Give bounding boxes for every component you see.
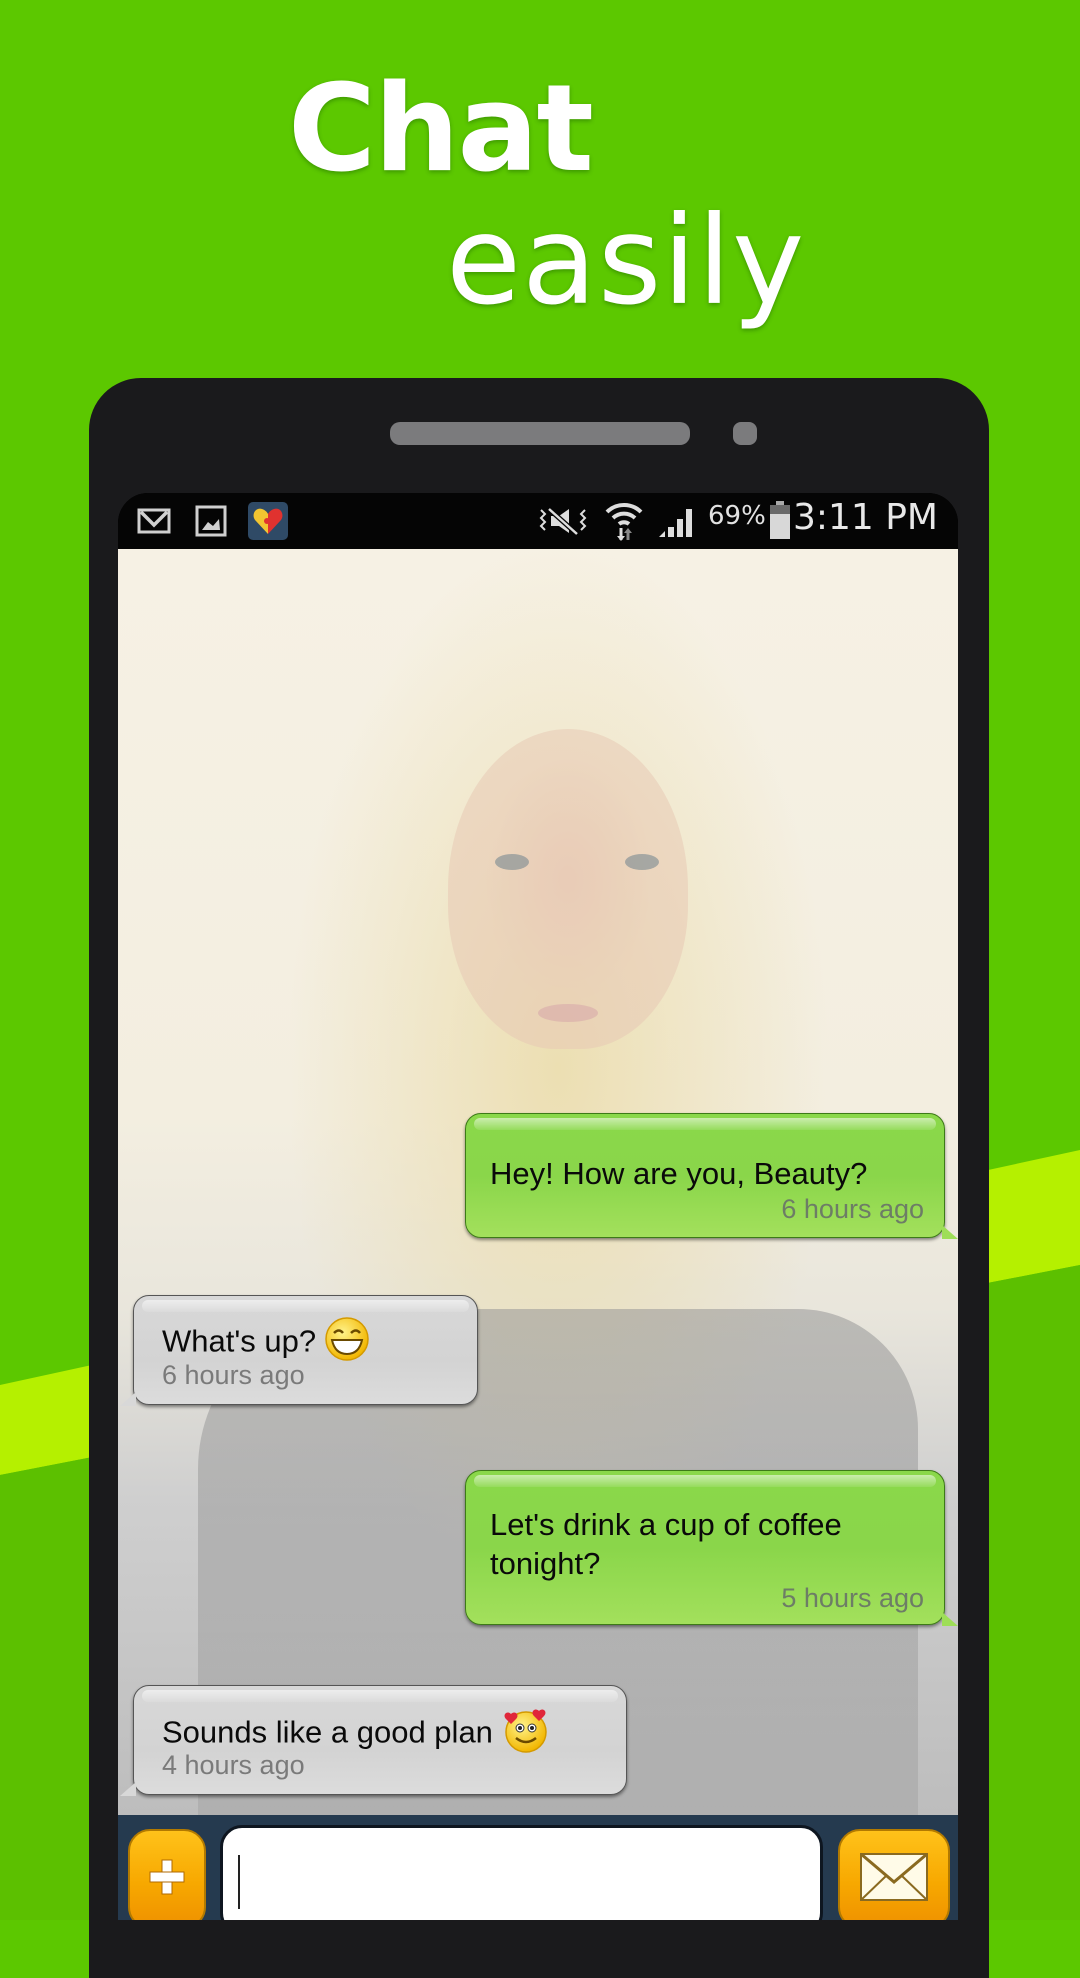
message-bubble-incoming[interactable]: What's up? 6 hours ago xyxy=(120,1295,478,1406)
gmail-icon xyxy=(136,505,172,537)
plus-icon xyxy=(147,1857,187,1902)
signal-icon xyxy=(656,505,696,537)
text-caret xyxy=(238,1855,240,1909)
vibrate-mute-icon xyxy=(536,505,590,537)
background-photo-lips xyxy=(538,1004,598,1022)
send-button[interactable] xyxy=(838,1829,950,1920)
grinning-face-emoji-icon xyxy=(324,1316,370,1371)
message-time: 6 hours ago xyxy=(781,1194,924,1224)
phone-screen: 69% 3:11 PM Hey! How are you, Beauty? 6 … xyxy=(118,493,958,1920)
headline-easily: easily xyxy=(446,190,806,332)
bubble-tail xyxy=(120,1392,136,1406)
message-text: Let's drink a cup of coffee tonight? xyxy=(490,1507,842,1581)
message-bubble-outgoing[interactable]: Let's drink a cup of coffee tonight? 5 h… xyxy=(465,1470,958,1626)
bubble-tail xyxy=(942,1612,958,1626)
composer-bar xyxy=(118,1815,958,1920)
message-bubble-incoming[interactable]: Sounds like a good plan 4 hours ago xyxy=(120,1685,627,1796)
message-input[interactable] xyxy=(220,1825,823,1920)
battery-icon xyxy=(768,501,792,539)
background-photo-face xyxy=(448,729,688,1049)
message-text: Sounds like a good plan xyxy=(162,1714,493,1750)
message-text: Hey! How are you, Beauty? xyxy=(490,1156,868,1191)
message-bubble-outgoing[interactable]: Hey! How are you, Beauty? 6 hours ago xyxy=(465,1113,958,1239)
heart-eyes-face-emoji-icon xyxy=(501,1706,551,1763)
status-bar: 69% 3:11 PM xyxy=(118,493,958,549)
battery-percent: 69% xyxy=(708,501,766,531)
headline-chat: Chat xyxy=(288,60,594,199)
phone-speaker xyxy=(390,422,690,445)
background-photo-eye xyxy=(495,854,529,870)
message-text: What's up? xyxy=(162,1323,317,1359)
bubble-tail xyxy=(942,1225,958,1239)
bubble-tail xyxy=(120,1782,136,1796)
message-time: 5 hours ago xyxy=(781,1583,924,1613)
gallery-icon xyxy=(194,505,228,537)
chat-area[interactable]: Hey! How are you, Beauty? 6 hours ago Wh… xyxy=(118,549,958,1815)
heart-puzzle-app-icon xyxy=(248,502,288,540)
phone-camera xyxy=(733,422,757,445)
clock: 3:11 PM xyxy=(792,497,938,538)
envelope-icon xyxy=(859,1852,929,1907)
message-time: 6 hours ago xyxy=(162,1360,305,1390)
wifi-icon xyxy=(602,499,646,543)
add-attachment-button[interactable] xyxy=(128,1829,206,1920)
background-photo-eye xyxy=(625,854,659,870)
message-time: 4 hours ago xyxy=(162,1750,305,1780)
